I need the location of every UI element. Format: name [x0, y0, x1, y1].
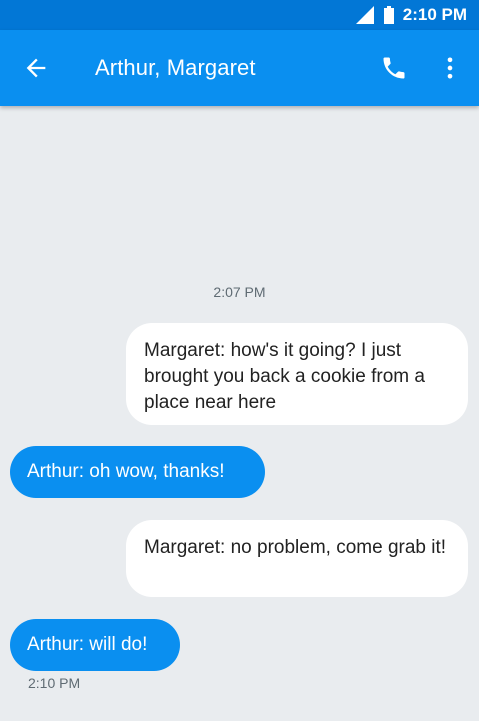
- back-arrow-icon[interactable]: [22, 54, 50, 82]
- status-time: 2:10 PM: [402, 5, 467, 24]
- conversation-title: Arthur, Margaret: [95, 55, 256, 80]
- status-bar: 2:10 PM: [0, 0, 479, 30]
- battery-icon: [383, 6, 394, 24]
- last-message-timestamp: 2:10 PM: [28, 675, 81, 691]
- more-vert-icon[interactable]: [436, 54, 464, 82]
- signal-icon: [355, 6, 374, 24]
- phone-icon[interactable]: [380, 54, 408, 82]
- message-bubble-incoming[interactable]: Arthur: oh wow, thanks!: [10, 446, 265, 498]
- conversation-start-timestamp: 2:07 PM: [213, 284, 266, 300]
- app-bar: Arthur, Margaret: [0, 30, 479, 106]
- message-bubble-outgoing[interactable]: Margaret: how's it going? I just brought…: [126, 323, 468, 425]
- message-bubble-outgoing[interactable]: Margaret: no problem, come grab it!: [126, 520, 468, 597]
- message-bubble-incoming[interactable]: Arthur: will do!: [10, 619, 180, 671]
